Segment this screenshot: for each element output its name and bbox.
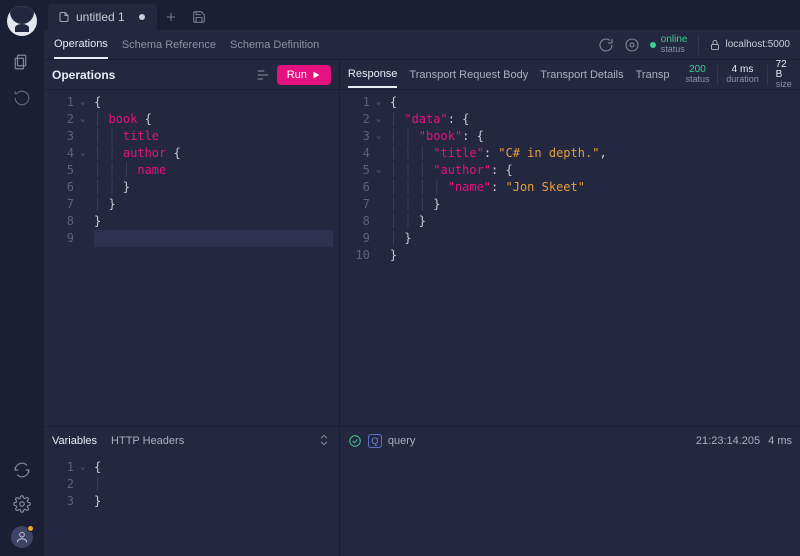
response-duration-metric: 4 msduration bbox=[726, 65, 759, 84]
collapse-chevron-icon[interactable] bbox=[317, 433, 331, 450]
document-icon bbox=[58, 11, 70, 23]
response-viewer[interactable]: 12345678910 ⌄⌄⌄⌄ {│ "data": {│ │ "book":… bbox=[340, 90, 800, 426]
operations-editor[interactable]: 123456789 ⌄⌄⌄ {│ book {│ │ title│ │ auth… bbox=[44, 90, 339, 426]
save-button[interactable] bbox=[185, 4, 213, 30]
lock-icon bbox=[709, 39, 721, 51]
success-check-icon bbox=[348, 434, 362, 448]
log-duration: 4 ms bbox=[768, 435, 792, 447]
tab-variables[interactable]: Variables bbox=[52, 435, 97, 447]
status-led-icon bbox=[650, 42, 656, 48]
tab-response[interactable]: Response bbox=[348, 62, 398, 88]
sync-icon[interactable] bbox=[10, 458, 34, 482]
settings-gear-icon[interactable] bbox=[10, 492, 34, 516]
query-badge-icon: Q bbox=[368, 434, 382, 448]
tab-transport-details[interactable]: Transport Details bbox=[540, 63, 623, 87]
tab-transport-body[interactable]: Transport Request Body bbox=[409, 63, 528, 87]
server-status-chip: onlinestatus bbox=[650, 35, 688, 54]
tab-http-headers[interactable]: HTTP Headers bbox=[111, 435, 184, 447]
profile-avatar[interactable] bbox=[11, 526, 33, 548]
log-timestamp: 21:23:14.205 bbox=[696, 435, 760, 447]
file-tab-label: untitled 1 bbox=[76, 10, 125, 24]
response-status-metric: 200status bbox=[685, 65, 709, 84]
app-logo-icon bbox=[7, 6, 37, 36]
tab-transport-more[interactable]: Transp bbox=[636, 63, 670, 87]
history-icon[interactable] bbox=[10, 86, 34, 110]
variables-editor[interactable]: 123 ⌄ {│} bbox=[44, 455, 339, 556]
divider bbox=[698, 35, 699, 55]
play-icon bbox=[311, 70, 321, 80]
notification-dot-icon bbox=[27, 525, 34, 532]
tab-schema-definition[interactable]: Schema Definition bbox=[230, 32, 319, 58]
format-icon[interactable] bbox=[255, 67, 271, 83]
log-operation: query bbox=[388, 435, 416, 447]
operations-title: Operations bbox=[52, 68, 115, 82]
tab-operations[interactable]: Operations bbox=[54, 31, 108, 59]
new-tab-button[interactable] bbox=[157, 4, 185, 30]
settings-cog-icon[interactable] bbox=[624, 37, 640, 53]
panel-tab-bar: Operations Schema Reference Schema Defin… bbox=[44, 30, 800, 60]
file-tab-bar: untitled 1 bbox=[44, 0, 800, 30]
response-size-metric: 72 Bsize bbox=[776, 60, 792, 89]
run-button[interactable]: Run bbox=[277, 65, 331, 85]
unsaved-dot-icon bbox=[139, 14, 145, 20]
left-sidebar bbox=[0, 0, 44, 556]
tab-schema-reference[interactable]: Schema Reference bbox=[122, 32, 216, 58]
log-row[interactable]: Q query 21:23:14.205 4 ms bbox=[340, 427, 800, 455]
host-chip[interactable]: localhost:5000 bbox=[709, 39, 791, 51]
refresh-icon[interactable] bbox=[598, 37, 614, 53]
host-label: localhost:5000 bbox=[726, 39, 791, 50]
documents-icon[interactable] bbox=[10, 50, 34, 74]
file-tab[interactable]: untitled 1 bbox=[48, 4, 157, 30]
